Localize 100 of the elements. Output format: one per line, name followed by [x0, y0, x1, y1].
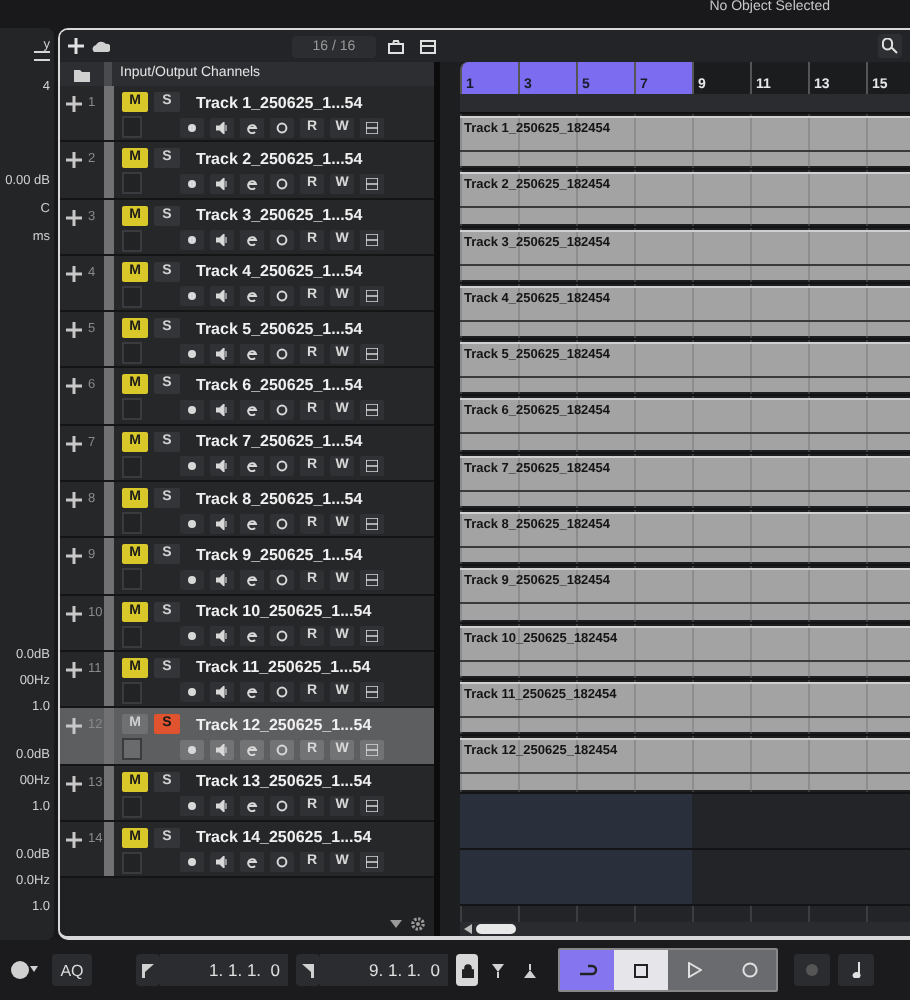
record-enable-button[interactable] [180, 569, 204, 590]
cycle-button[interactable] [560, 950, 614, 990]
freeze-button[interactable] [270, 117, 294, 137]
freeze-button[interactable] [270, 456, 294, 477]
freeze-button[interactable] [270, 513, 294, 534]
edit-button[interactable] [240, 456, 264, 477]
monitor-button[interactable] [210, 173, 234, 194]
freeze-button[interactable] [270, 569, 294, 590]
e-symbol-icon [246, 517, 258, 530]
edit-button[interactable] [240, 286, 264, 307]
window-button[interactable] [416, 34, 440, 58]
edit-button[interactable] [240, 739, 264, 760]
edit-button[interactable] [240, 682, 264, 703]
monitor-button[interactable] [210, 399, 234, 420]
scrollbar-thumb[interactable] [476, 924, 516, 934]
speaker-icon [215, 290, 229, 303]
monitor-button[interactable] [210, 286, 234, 307]
left-locator-field[interactable]: 1. 1. 1. 0 [160, 954, 288, 986]
edit-button[interactable] [240, 513, 264, 534]
lock-button[interactable] [456, 954, 478, 986]
speaker-icon [215, 403, 229, 416]
search-button[interactable] [878, 34, 902, 58]
edit-button[interactable] [240, 173, 264, 194]
monitor-button[interactable] [210, 343, 234, 364]
monitor-button[interactable] [210, 230, 234, 251]
speaker-icon [215, 234, 229, 247]
record-enable-button[interactable] [180, 626, 204, 647]
monitor-button[interactable] [210, 682, 234, 703]
freeze-button[interactable] [270, 343, 294, 364]
metronome-button[interactable] [838, 954, 874, 986]
monitor-button[interactable] [210, 852, 234, 873]
edit-button[interactable] [240, 343, 264, 364]
record-enable-button[interactable] [180, 739, 204, 760]
record-enable-button[interactable] [180, 230, 204, 251]
monitor-toggle-button[interactable] [794, 954, 830, 986]
edit-button[interactable] [240, 117, 264, 137]
dot-icon [186, 743, 198, 756]
channel-settings-button[interactable] [360, 626, 384, 647]
freeze-button[interactable] [270, 682, 294, 703]
play-button[interactable] [668, 950, 722, 990]
monitor-button[interactable] [210, 513, 234, 534]
edit-button[interactable] [240, 626, 264, 647]
channel-settings-button[interactable] [360, 456, 384, 477]
e-symbol-icon [246, 573, 258, 586]
freeze-button[interactable] [270, 399, 294, 420]
channel-settings-button[interactable] [360, 173, 384, 194]
camera-button[interactable] [384, 34, 408, 58]
monitor-button[interactable] [210, 569, 234, 590]
horizontal-scrollbar[interactable] [460, 922, 910, 936]
ring-icon [276, 177, 288, 190]
record-button[interactable] [722, 950, 776, 990]
fader-icon [366, 856, 378, 869]
channel-settings-button[interactable] [360, 682, 384, 703]
fader-icon [366, 800, 378, 813]
freeze-button[interactable] [270, 286, 294, 307]
monitor-button[interactable] [210, 117, 234, 137]
auto-quantize-button[interactable]: AQ [52, 954, 92, 986]
record-enable-button[interactable] [180, 456, 204, 477]
monitor-button[interactable] [210, 456, 234, 477]
monitor-button[interactable] [210, 796, 234, 817]
record-enable-button[interactable] [180, 173, 204, 194]
left-locator-button[interactable] [136, 954, 160, 986]
channel-settings-button[interactable] [360, 739, 384, 760]
right-locator-button[interactable] [296, 954, 320, 986]
freeze-button[interactable] [270, 230, 294, 251]
e-symbol-icon [246, 347, 258, 360]
channel-settings-button[interactable] [360, 343, 384, 364]
monitor-button[interactable] [210, 739, 234, 760]
edit-button[interactable] [240, 399, 264, 420]
record-enable-button[interactable] [180, 117, 204, 137]
monitor-button[interactable] [210, 626, 234, 647]
dot-icon [186, 800, 198, 813]
freeze-button[interactable] [270, 739, 294, 760]
right-locator-field[interactable]: 9. 1. 1. 0 [320, 954, 448, 986]
speaker-icon [215, 743, 229, 756]
edit-button[interactable] [240, 569, 264, 590]
record-enable-button[interactable] [180, 796, 204, 817]
record-enable-button[interactable] [180, 682, 204, 703]
dot-icon [186, 517, 198, 530]
record-enable-button[interactable] [180, 513, 204, 534]
freeze-button[interactable] [270, 852, 294, 873]
channel-settings-button[interactable] [360, 852, 384, 873]
freeze-button[interactable] [270, 626, 294, 647]
edit-button[interactable] [240, 230, 264, 251]
channel-settings-button[interactable] [360, 796, 384, 817]
freeze-button[interactable] [270, 796, 294, 817]
stop-button[interactable] [614, 950, 668, 990]
edit-button[interactable] [240, 796, 264, 817]
channel-settings-button[interactable] [360, 399, 384, 420]
channel-settings-button[interactable] [360, 286, 384, 307]
record-enable-button[interactable] [180, 399, 204, 420]
channel-settings-button[interactable] [360, 230, 384, 251]
channel-settings-button[interactable] [360, 117, 384, 137]
edit-button[interactable] [240, 852, 264, 873]
channel-settings-button[interactable] [360, 569, 384, 590]
record-enable-button[interactable] [180, 852, 204, 873]
channel-settings-button[interactable] [360, 513, 384, 534]
record-enable-button[interactable] [180, 286, 204, 307]
record-enable-button[interactable] [180, 343, 204, 364]
freeze-button[interactable] [270, 173, 294, 194]
